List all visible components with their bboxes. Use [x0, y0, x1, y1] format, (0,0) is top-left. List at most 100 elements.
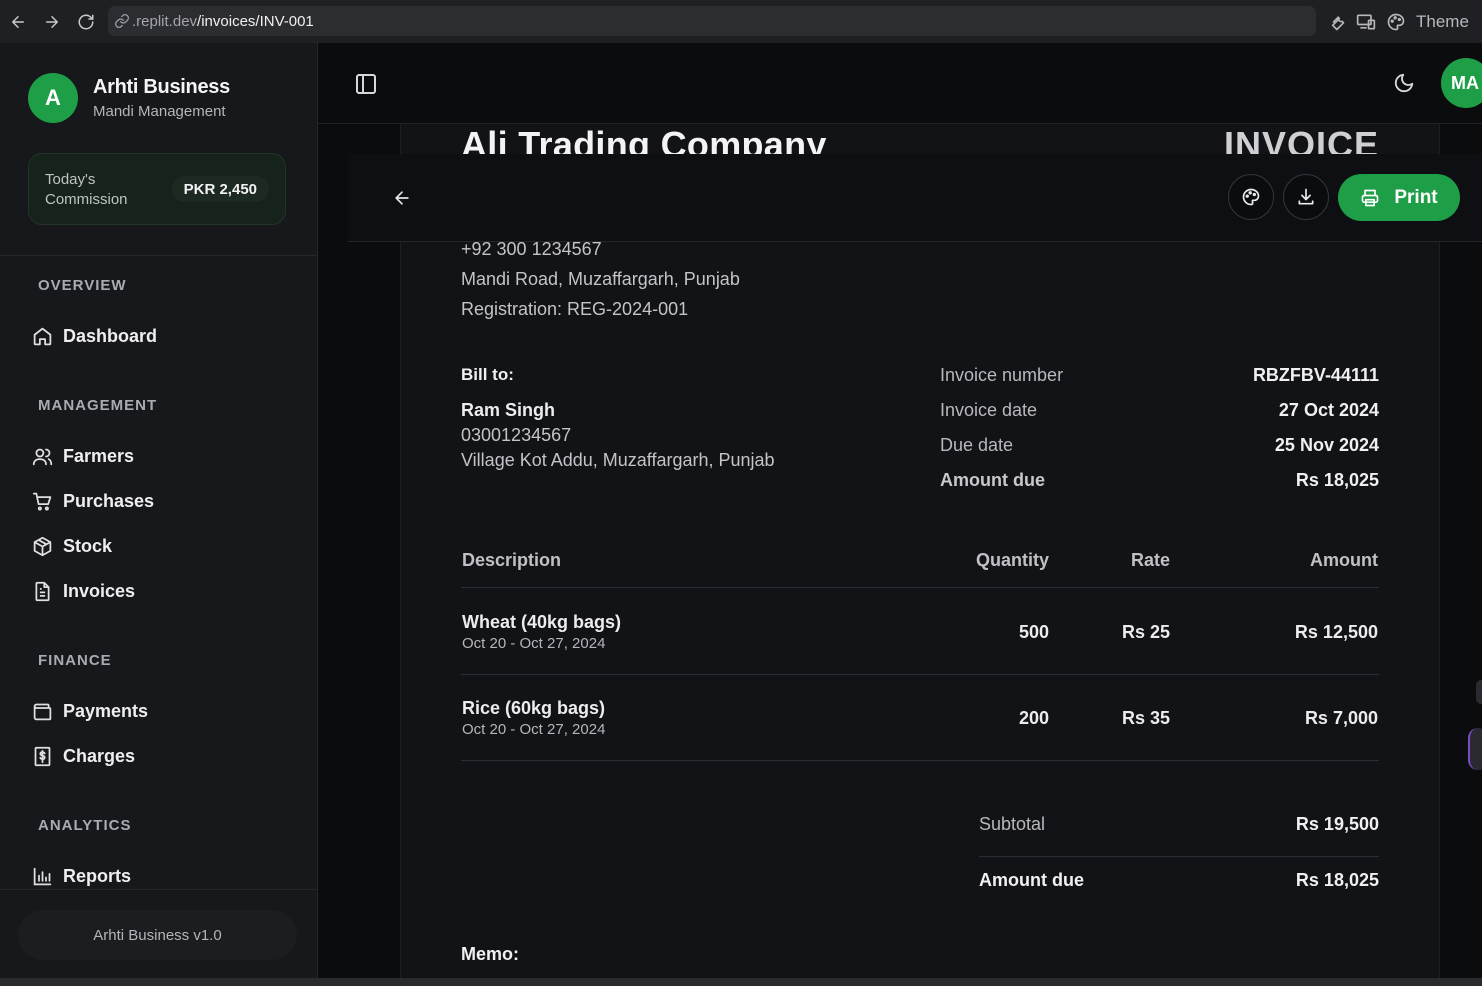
due-date-label: Due date [940, 435, 1014, 455]
sidebar-item-charges[interactable]: Charges [32, 746, 135, 767]
printer-icon [1362, 189, 1379, 206]
floating-widget[interactable] [1468, 728, 1482, 770]
sidebar-item-purchases[interactable]: Purchases [32, 491, 154, 512]
theme-button[interactable] [1228, 174, 1274, 220]
total-due-value: Rs 18,025 [1295, 870, 1379, 890]
url-host: .replit.dev [132, 12, 198, 30]
item-amount: Rs 12,500 [1294, 622, 1378, 642]
moon-icon[interactable] [1393, 72, 1415, 94]
item-quantity: 500 [1018, 622, 1049, 642]
customer-name: Ram Singh [461, 400, 556, 420]
customer-address: Village Kot Addu, Muzaffargarh, Punjab [461, 450, 775, 470]
print-button[interactable]: Print [1338, 174, 1460, 221]
amount-due-value: Rs 18,025 [1295, 470, 1379, 490]
column-amount: Amount [1310, 550, 1378, 570]
sidebar-item-dashboard[interactable]: Dashboard [32, 326, 157, 347]
divider [979, 856, 1379, 857]
arrow-left-icon[interactable] [392, 188, 412, 208]
sidebar-item-reports[interactable]: Reports [32, 866, 131, 887]
subtotal-value: Rs 19,500 [1295, 814, 1379, 834]
sidebar: A Arhti Business Mandi Management Today'… [0, 43, 318, 986]
receipt-icon [34, 746, 51, 767]
forward-icon[interactable] [35, 5, 69, 39]
section-overview: OVERVIEW [38, 277, 127, 294]
avatar[interactable]: MA [1441, 58, 1482, 108]
sidebar-item-label: Stock [63, 536, 113, 556]
customer-phone: 03001234567 [461, 425, 572, 445]
sidebar-item-label: Invoices [63, 581, 136, 601]
item-description: Rice (60kg bags) [462, 698, 606, 718]
box-icon [33, 536, 52, 557]
invoice-action-bar: Print [348, 154, 1482, 242]
file-text-icon [35, 581, 50, 602]
back-icon[interactable] [1, 5, 35, 39]
sidebar-item-payments[interactable]: Payments [32, 701, 148, 722]
version-label: Arhti Business v1.0 [18, 910, 297, 960]
brand-name: Arhti Business [93, 76, 230, 98]
palette-icon [1242, 188, 1260, 206]
wrench-icon[interactable] [1326, 12, 1346, 32]
sidebar-toggle-icon[interactable] [354, 72, 378, 96]
invoice-view: Ali Trading Company INVOICE +92 300 1234… [318, 124, 1482, 986]
item-period: Oct 20 - Oct 27, 2024 [462, 721, 606, 738]
devices-icon[interactable] [1356, 12, 1376, 32]
invoice-date-label: Invoice date [940, 400, 1038, 420]
section-finance: FINANCE [38, 652, 112, 669]
bottom-edge [0, 978, 1482, 986]
download-icon [1298, 188, 1314, 205]
sidebar-item-label: Payments [63, 701, 149, 721]
brand[interactable]: A Arhti Business Mandi Management [28, 73, 230, 123]
company-phone: +92 300 1234567 [461, 239, 602, 259]
memo-label: Memo: [461, 944, 519, 964]
company-address: Mandi Road, Muzaffargarh, Punjab [461, 269, 740, 289]
column-quantity: Quantity [975, 550, 1049, 570]
commission-card: Today's Commission PKR 2,450 [28, 153, 286, 225]
palette-icon[interactable] [1386, 12, 1406, 32]
section-management: MANAGEMENT [38, 397, 158, 414]
due-date-value: 25 Nov 2024 [1274, 435, 1379, 455]
sidebar-item-label: Purchases [63, 491, 155, 511]
address-bar[interactable]: .replit.dev/invoices/INV-001 [108, 6, 1316, 36]
sidebar-item-farmers[interactable]: Farmers [32, 446, 134, 467]
sidebar-item-stock[interactable]: Stock [32, 536, 112, 557]
item-rate: Rs 35 [1121, 708, 1170, 728]
download-button[interactable] [1283, 174, 1329, 220]
item-amount: Rs 7,000 [1304, 708, 1378, 728]
item-quantity: 200 [1018, 708, 1049, 728]
sidebar-item-label: Reports [63, 866, 132, 886]
divider [0, 889, 318, 890]
amount-due-label: Amount due [940, 470, 1045, 490]
reload-icon[interactable] [69, 5, 103, 39]
link-icon [114, 13, 130, 29]
sidebar-item-invoices[interactable]: Invoices [32, 581, 135, 602]
wallet-icon [33, 703, 52, 721]
cart-icon [32, 492, 52, 511]
item-rate: Rs 25 [1121, 622, 1170, 642]
company-registration: Registration: REG-2024-001 [461, 299, 689, 319]
invoice-number-label: Invoice number [940, 365, 1064, 385]
section-analytics: ANALYTICS [38, 817, 132, 834]
total-due-label: Amount due [979, 870, 1084, 890]
bill-to-label: Bill to: [461, 365, 514, 384]
column-description: Description [462, 550, 562, 570]
invoice-number-value: RBZFBV-44111 [1252, 365, 1379, 385]
brand-subtitle: Mandi Management [93, 103, 226, 120]
brand-logo: A [28, 73, 78, 123]
commission-label: Today's Commission [45, 171, 128, 208]
commission-value: PKR 2,450 [171, 176, 269, 202]
browser-actions: Theme [1326, 0, 1469, 43]
home-icon [33, 327, 52, 346]
print-label: Print [1394, 186, 1438, 208]
theme-label[interactable]: Theme [1416, 12, 1469, 32]
invoice-document: Ali Trading Company INVOICE +92 300 1234… [400, 124, 1440, 984]
scroll-handle[interactable] [1476, 680, 1482, 704]
divider [461, 587, 1379, 588]
column-rate: Rate [1130, 550, 1170, 570]
divider [0, 255, 318, 256]
item-period: Oct 20 - Oct 27, 2024 [462, 635, 606, 652]
users-icon [32, 448, 53, 466]
bar-chart-icon [33, 867, 52, 886]
url-path: /invoices/INV-001 [197, 12, 314, 30]
invoice-date-value: 27 Oct 2024 [1278, 400, 1379, 420]
sidebar-item-label: Dashboard [63, 326, 158, 346]
